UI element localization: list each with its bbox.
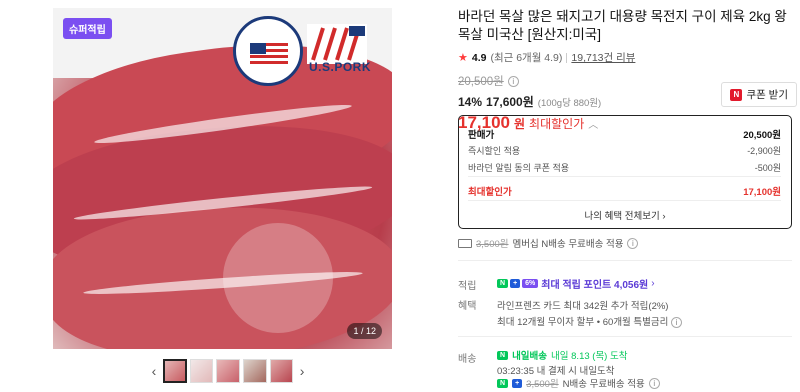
divider <box>566 52 568 63</box>
review-count-link[interactable]: 19,713건 리뷰 <box>571 50 635 65</box>
shipping-fee-strike: 3,500원 <box>476 239 509 250</box>
installment-text: 최대 12개월 무이자 할부 • 60개월 특별금리 <box>497 317 669 328</box>
sale-price: 17,600원 <box>486 95 534 109</box>
chevron-right-icon: › <box>662 211 666 222</box>
divider <box>468 200 781 201</box>
us-flag-icon <box>250 43 288 65</box>
price-breakdown: 판매가 20,500원 즉시할인 적용 -2,900원 바라던 알림 동의 쿠폰… <box>458 115 792 229</box>
chevron-left-icon[interactable]: ‹ <box>148 363 160 379</box>
image-counter: 1 / 12 <box>347 323 382 339</box>
points-section-label: 적립 <box>458 281 477 292</box>
price-value: 17,100원 <box>743 187 781 198</box>
price-value: -500원 <box>754 163 781 173</box>
chevron-right-icon[interactable]: › <box>296 363 308 379</box>
section-divider <box>458 336 792 337</box>
membership-badges: N + 6% <box>497 279 539 288</box>
price-row-sale: 판매가 20,500원 <box>468 127 781 141</box>
product-main-image[interactable]: 슈퍼적립 U.S.PORK 1 / 12 <box>53 8 392 349</box>
section-divider <box>458 260 792 261</box>
thumbnail-4[interactable] <box>242 359 267 383</box>
info-icon[interactable]: i <box>648 377 660 389</box>
naver-n-badge: N <box>497 279 509 288</box>
fat-marbling <box>223 223 333 333</box>
info-icon[interactable]: i <box>627 237 639 249</box>
unit-price: (100g당 880원) <box>537 98 602 109</box>
delivery-fee-strike: 3,500원 <box>526 379 559 390</box>
max-points-text: 최대 적립 포인트 4,056원 <box>541 280 649 291</box>
product-title: 바라던 목살 많은 돼지고기 대용량 목전지 구이 제육 2kg 왕목살 미국산… <box>458 9 787 42</box>
price-value: -2,900원 <box>747 146 781 156</box>
rating-score: 4.9 <box>471 51 487 64</box>
delivery-fee-row: N + 3,500원 N배송 무료배송 적용 i <box>497 376 660 390</box>
shipping-text: 멤버십 N배송 무료배송 적용 <box>512 239 624 250</box>
benefits-section-label: 혜택 <box>458 301 477 312</box>
info-icon[interactable]: i <box>671 317 683 328</box>
us-meat-logo <box>233 16 303 86</box>
max-points-link[interactable]: N + 6% 최대 적립 포인트 4,056원 › <box>497 276 655 291</box>
installment-benefit[interactable]: 최대 12개월 무이자 할부 • 60개월 특별금리 i <box>497 314 683 328</box>
view-all-benefits-link[interactable]: 나의 혜택 전체보기 › <box>459 208 791 222</box>
tomorrow-delivery-badge: 내일배송 <box>512 351 548 362</box>
discount-percent: 14% <box>458 95 483 109</box>
naver-pay-icon: N <box>730 88 743 101</box>
plus-badge: + <box>510 279 521 288</box>
thumbnail-2[interactable] <box>189 359 214 383</box>
chevron-right-icon: › <box>651 278 655 289</box>
delivery-section-label: 배송 <box>458 354 477 365</box>
price-row-instant: 즉시할인 적용 -2,900원 <box>468 144 781 157</box>
us-pork-text: U.S.PORK <box>309 60 372 74</box>
price-row-coupon: 바라던 알림 동의 쿠폰 적용 -500원 <box>468 161 781 174</box>
delivery-fee-text: N배송 무료배송 적용 <box>562 379 645 390</box>
coupon-label: 쿠폰 받기 <box>746 89 788 101</box>
info-icon[interactable]: i <box>507 75 519 87</box>
divider <box>468 176 781 177</box>
rating-row: ★ 4.9 (최근 6개월 4.9) 19,713건 리뷰 <box>458 50 793 65</box>
delivery-row: N 내일배송 내일 8.13 (목) 도착 <box>497 348 627 362</box>
rate-badge: 6% <box>522 279 539 288</box>
card-benefit: 라인프렌즈 카드 최대 342원 추가 적립(2%) <box>497 301 669 312</box>
plus-badge: + <box>512 378 523 388</box>
membership-shipping: 3,500원 멤버십 N배송 무료배송 적용 i <box>458 236 639 250</box>
original-price: 20,500원 <box>458 76 504 88</box>
star-icon: ★ <box>458 52 468 64</box>
thumbnail-5[interactable] <box>269 359 294 383</box>
price-row-max: 최대할인가 17,100원 <box>468 184 781 198</box>
coupon-button[interactable]: N 쿠폰 받기 <box>721 82 797 107</box>
truck-icon <box>458 238 472 248</box>
price-label: 판매가 <box>468 130 495 141</box>
price-value: 20,500원 <box>743 130 781 141</box>
arrival-date: 내일 8.13 (목) 도착 <box>551 351 628 362</box>
thumbnail-3[interactable] <box>216 359 240 383</box>
view-all-label: 나의 혜택 전체보기 <box>584 211 660 222</box>
thumbnail-1[interactable] <box>162 359 187 383</box>
rating-detail: (최근 6개월 4.9) <box>490 52 563 64</box>
super-point-badge: 슈퍼적립 <box>63 18 112 39</box>
order-cutoff: 03:23:35 내 결제 시 내일도착 <box>497 366 615 377</box>
thumbnail-strip: ‹ › <box>148 358 308 384</box>
naver-n-badge: N <box>497 378 509 388</box>
price-label: 즉시할인 적용 <box>468 146 521 156</box>
price-label: 최대할인가 <box>468 187 512 198</box>
price-label: 바라던 알림 동의 쿠폰 적용 <box>468 163 570 173</box>
naver-n-badge: N <box>497 350 509 360</box>
